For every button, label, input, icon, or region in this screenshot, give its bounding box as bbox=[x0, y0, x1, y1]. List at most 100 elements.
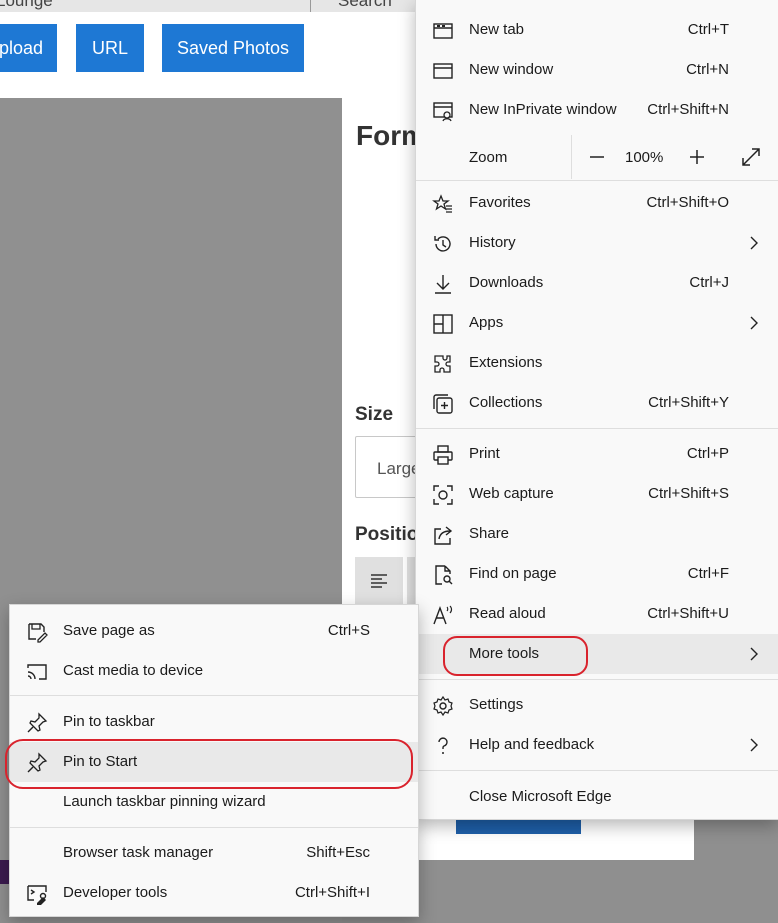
menu-item-shortcut: Ctrl+F bbox=[687, 565, 729, 582]
settings-and-more-menu: New tab Ctrl+T New window Ctrl+N New InP… bbox=[415, 0, 778, 820]
downloads-icon bbox=[435, 275, 451, 294]
menu-separator bbox=[416, 770, 778, 771]
chevron-right-icon bbox=[750, 738, 758, 752]
menu-item-shortcut: Ctrl+Shift+O bbox=[646, 194, 729, 211]
menu-item-label: Extensions bbox=[469, 354, 543, 371]
menu-item-cast-media[interactable]: Cast media to device bbox=[10, 651, 418, 691]
menu-item-extensions[interactable]: Extensions bbox=[416, 343, 778, 383]
read-aloud-icon bbox=[433, 605, 453, 625]
zoom-divider bbox=[571, 135, 572, 179]
menu-item-label: Browser task manager bbox=[63, 844, 214, 861]
chevron-right-icon bbox=[750, 316, 758, 330]
menu-item-shortcut: Shift+Esc bbox=[306, 844, 370, 861]
menu-item-label: Collections bbox=[469, 394, 543, 411]
fullscreen-icon[interactable] bbox=[738, 144, 764, 170]
chevron-right-icon bbox=[750, 236, 758, 250]
new-window-icon bbox=[433, 63, 453, 79]
menu-item-label: New tab bbox=[469, 21, 525, 38]
menu-separator bbox=[416, 180, 778, 181]
align-left-button[interactable] bbox=[355, 557, 403, 605]
new-tab-icon bbox=[433, 23, 453, 39]
saved-photos-button[interactable]: Saved Photos bbox=[162, 24, 304, 72]
help-icon bbox=[438, 737, 448, 754]
menu-item-label: Developer tools bbox=[63, 884, 168, 901]
menu-item-settings[interactable]: Settings bbox=[416, 685, 778, 725]
web-capture-icon bbox=[433, 485, 453, 505]
settings-icon bbox=[433, 695, 453, 717]
save-page-icon bbox=[28, 623, 48, 643]
menu-item-collections[interactable]: Collections Ctrl+Shift+Y bbox=[416, 383, 778, 423]
cast-icon bbox=[27, 664, 47, 680]
menu-item-label: Apps bbox=[469, 314, 504, 331]
menu-item-label: Settings bbox=[469, 696, 524, 713]
share-icon bbox=[434, 526, 453, 545]
zoom-row: Zoom 100% bbox=[416, 135, 778, 179]
menu-item-read-aloud[interactable]: Read aloud Ctrl+Shift+U bbox=[416, 594, 778, 634]
menu-item-save-page-as[interactable]: Save page as Ctrl+S bbox=[10, 611, 418, 651]
menu-item-label: Find on page bbox=[469, 565, 557, 582]
favorites-icon bbox=[432, 194, 452, 213]
menu-item-developer-tools[interactable]: Developer tools Ctrl+Shift+I bbox=[10, 873, 418, 913]
find-icon bbox=[435, 565, 453, 585]
menu-item-launch-taskbar-pinning-wizard[interactable]: Launch taskbar pinning wizard bbox=[10, 782, 418, 822]
align-left-icon bbox=[371, 574, 387, 588]
menu-item-web-capture[interactable]: Web capture Ctrl+Shift+S bbox=[416, 474, 778, 514]
menu-item-shortcut: Ctrl+Shift+N bbox=[647, 101, 729, 118]
menu-item-new-window[interactable]: New window Ctrl+N bbox=[416, 50, 778, 90]
menu-separator bbox=[416, 428, 778, 429]
upload-button[interactable]: Upload bbox=[0, 24, 57, 72]
zoom-out-icon[interactable] bbox=[584, 144, 610, 170]
pin-icon bbox=[27, 712, 48, 733]
menu-item-new-inprivate-window[interactable]: New InPrivate window Ctrl+Shift+N bbox=[416, 90, 778, 130]
zoom-in-icon[interactable] bbox=[684, 144, 710, 170]
url-button[interactable]: URL bbox=[76, 24, 144, 72]
extensions-icon bbox=[434, 355, 451, 373]
menu-item-help-and-feedback[interactable]: Help and feedback bbox=[416, 725, 778, 765]
menu-item-label: Print bbox=[469, 445, 500, 462]
menu-item-label: Downloads bbox=[469, 274, 544, 291]
print-icon bbox=[433, 445, 453, 465]
menu-item-label: Favorites bbox=[469, 194, 531, 211]
menu-item-shortcut: Ctrl+Shift+I bbox=[294, 884, 370, 901]
menu-item-browser-task-manager[interactable]: Browser task manager Shift+Esc bbox=[10, 833, 418, 873]
menu-item-shortcut: Ctrl+Shift+S bbox=[648, 485, 729, 502]
menu-item-pin-to-taskbar[interactable]: Pin to taskbar bbox=[10, 702, 418, 742]
top-strip: Lounge Search bbox=[0, 0, 420, 12]
menu-item-history[interactable]: History bbox=[416, 223, 778, 263]
menu-item-shortcut: Ctrl+Shift+U bbox=[647, 605, 729, 622]
menu-item-apps[interactable]: Apps bbox=[416, 303, 778, 343]
top-strip-right-text: Search bbox=[338, 0, 392, 10]
menu-item-label: New window bbox=[469, 61, 554, 78]
menu-item-label: Help and feedback bbox=[469, 736, 595, 753]
inprivate-icon bbox=[433, 102, 453, 122]
position-label: Positio bbox=[355, 524, 419, 545]
menu-item-label: Save page as bbox=[63, 622, 155, 639]
menu-item-shortcut: Ctrl+N bbox=[686, 61, 729, 78]
more-tools-highlight-ring bbox=[443, 636, 588, 676]
developer-tools-icon bbox=[27, 885, 47, 905]
menu-item-label: Cast media to device bbox=[63, 662, 204, 679]
menu-item-print[interactable]: Print Ctrl+P bbox=[416, 434, 778, 474]
menu-item-label: History bbox=[469, 234, 516, 251]
menu-item-label: Close Microsoft Edge bbox=[469, 788, 612, 805]
menu-item-label: Share bbox=[469, 525, 510, 542]
menu-item-label: Read aloud bbox=[469, 605, 546, 622]
apps-icon bbox=[433, 314, 453, 334]
history-icon bbox=[434, 236, 451, 252]
menu-item-downloads[interactable]: Downloads Ctrl+J bbox=[416, 263, 778, 303]
size-label: Size bbox=[355, 404, 394, 425]
menu-item-close-edge[interactable]: Close Microsoft Edge bbox=[416, 777, 778, 817]
menu-item-shortcut: Ctrl+J bbox=[689, 274, 729, 291]
menu-item-shortcut: Ctrl+T bbox=[687, 21, 729, 38]
menu-item-new-tab[interactable]: New tab Ctrl+T bbox=[416, 10, 778, 50]
menu-item-label: Launch taskbar pinning wizard bbox=[63, 793, 266, 810]
menu-item-shortcut: Ctrl+Shift+Y bbox=[648, 394, 729, 411]
top-strip-left-text: Lounge bbox=[0, 0, 53, 10]
menu-separator bbox=[10, 695, 418, 696]
menu-item-favorites[interactable]: Favorites Ctrl+Shift+O bbox=[416, 183, 778, 223]
menu-item-shortcut: Ctrl+P bbox=[686, 445, 729, 462]
menu-item-share[interactable]: Share bbox=[416, 514, 778, 554]
menu-item-find-on-page[interactable]: Find on page Ctrl+F bbox=[416, 554, 778, 594]
menu-separator bbox=[416, 679, 778, 680]
menu-item-label: Web capture bbox=[469, 485, 554, 502]
